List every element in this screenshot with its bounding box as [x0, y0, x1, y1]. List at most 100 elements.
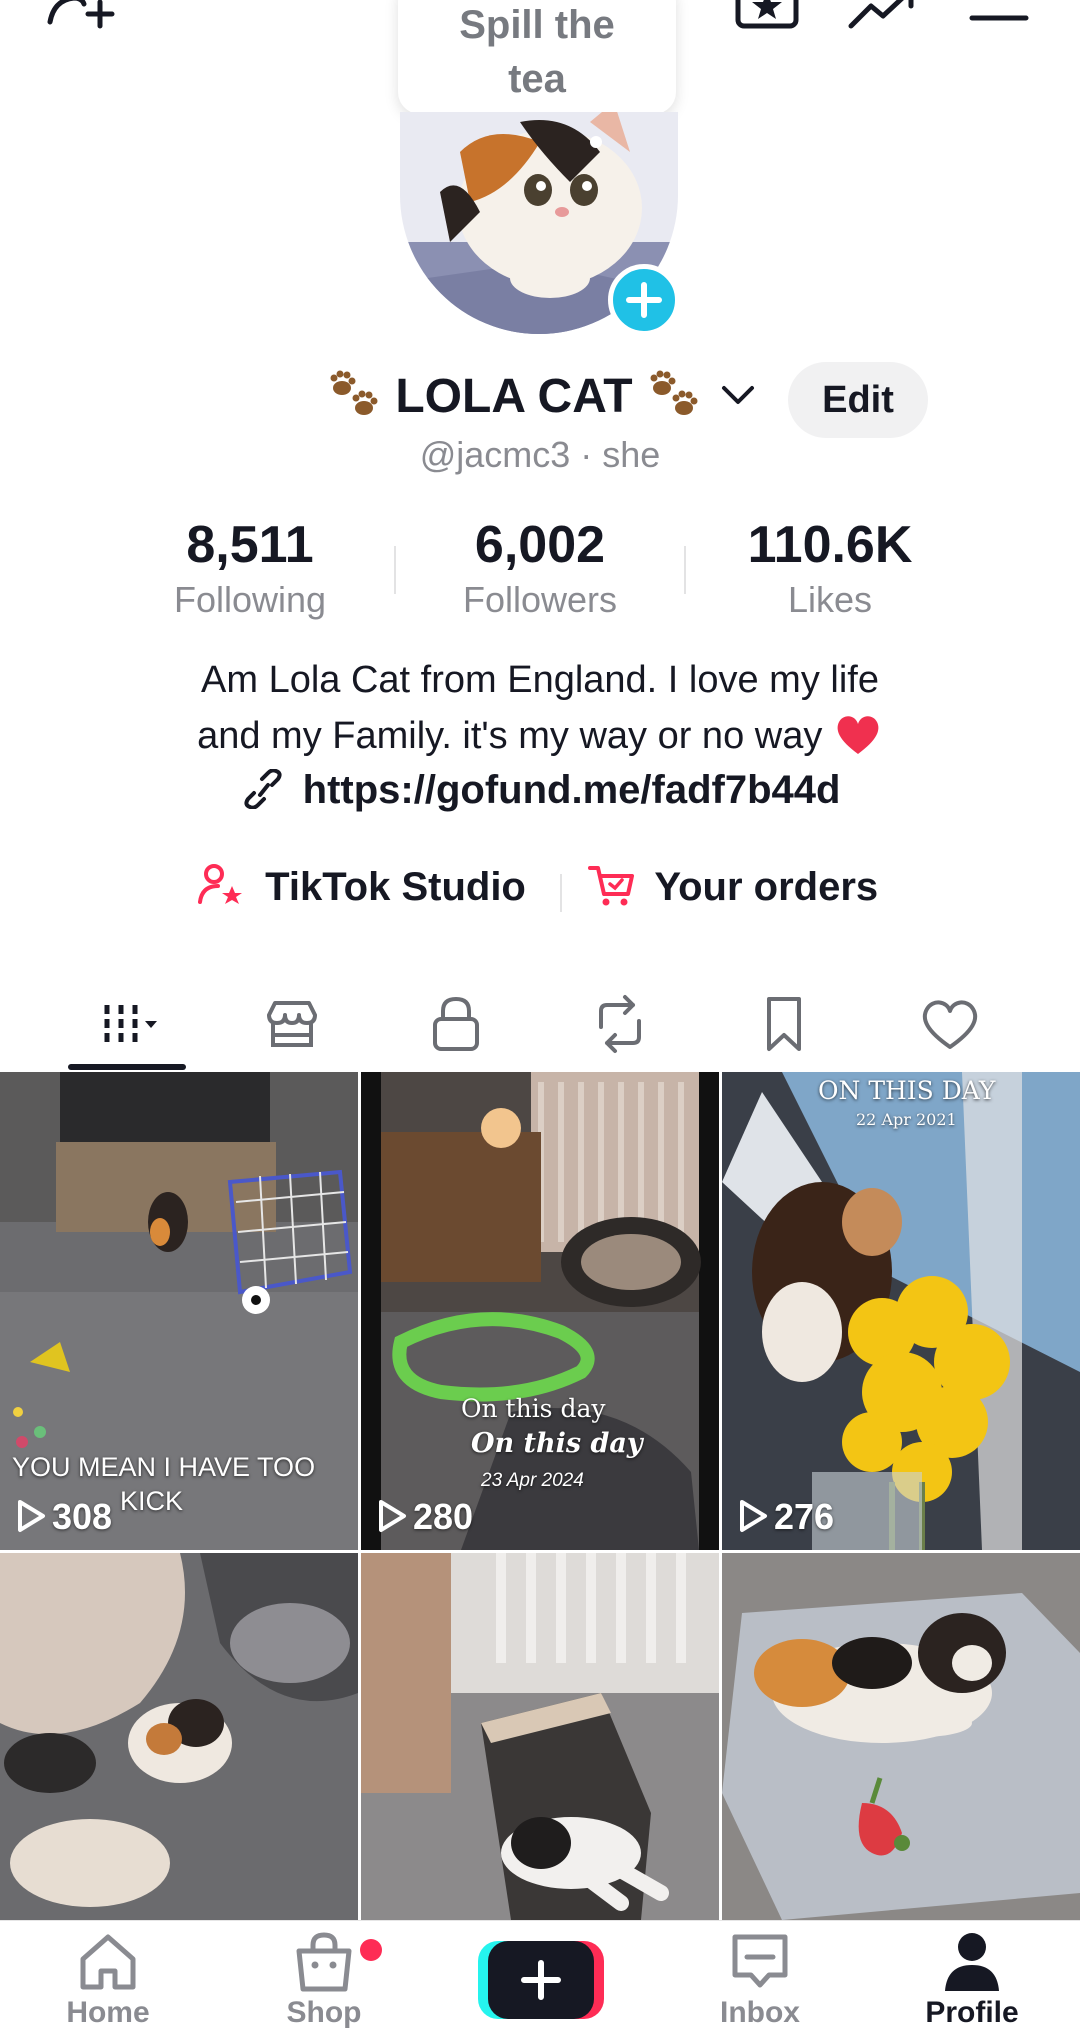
add-friend-icon[interactable] [44, 0, 124, 32]
bio-link-text: https://gofund.me/fadf7b44d [302, 768, 841, 812]
video-thumbnail[interactable]: ON THIS DAY 22 Apr 2021 276 [722, 1072, 1080, 1550]
bio-line2-row: and my Family. it's my way or no way [0, 708, 1080, 764]
nav-profile[interactable]: Profile [892, 1929, 1052, 2031]
avatar-container[interactable] [400, 112, 680, 336]
spill-the-tea-popup[interactable]: Spill the tea [398, 0, 676, 114]
stat-followers[interactable]: 6,002 Followers [395, 512, 685, 622]
name-row: LOLA CAT Edit [0, 362, 1080, 438]
likes-count: 110.6K [747, 516, 913, 574]
play-icon [18, 1500, 45, 1532]
nav-profile-label: Profile [925, 1996, 1019, 2029]
paw-prints-icon [650, 370, 698, 415]
tab-liked[interactable] [868, 976, 1032, 1072]
nav-inbox[interactable]: Inbox [680, 1929, 840, 2031]
video-date: 23 Apr 2024 [481, 1470, 584, 1491]
stat-following[interactable]: 8,511 Following [105, 512, 395, 622]
lock-icon [433, 996, 479, 1051]
add-avatar-button[interactable] [608, 264, 680, 336]
video-thumbnail-image [722, 1553, 1080, 1920]
trending-icon[interactable] [845, 0, 921, 32]
view-count-text: 308 [52, 1496, 113, 1537]
notification-dot [360, 1939, 382, 1961]
stat-likes[interactable]: 110.6K Likes [685, 512, 975, 622]
video-caption: On this day [471, 1428, 643, 1459]
menu-icon[interactable] [968, 0, 1030, 26]
red-heart-icon [837, 716, 879, 754]
followers-count: 6,002 [474, 516, 606, 574]
following-count: 8,511 [186, 516, 314, 574]
profile-person-icon [945, 1933, 999, 1991]
studio-label: TikTok Studio [265, 865, 526, 909]
edit-profile-button[interactable]: Edit [788, 362, 928, 438]
paw-prints-icon [330, 370, 378, 415]
display-name-text: LOLA CAT [395, 370, 633, 423]
bio-line1: Am Lola Cat from England. I love my life [201, 659, 879, 701]
video-thumbnail[interactable] [361, 1553, 719, 1920]
video-grid: YOU MEAN I HAVE TOO KICK 308 On this day… [0, 1072, 1080, 1920]
nav-home-label: Home [66, 1996, 150, 2029]
favorites-star-icon[interactable] [734, 0, 800, 32]
video-thumbnail-image [0, 1553, 358, 1920]
bottom-navigation: Home Shop Inbox Profile [0, 1920, 1080, 2036]
following-label: Following [173, 579, 327, 620]
play-icon [740, 1500, 767, 1532]
view-count-text: 276 [774, 1496, 835, 1537]
bio-link[interactable]: https://gofund.me/fadf7b44d [0, 768, 1080, 813]
video-caption: KICK [120, 1486, 184, 1516]
studio-person-star-icon [198, 864, 242, 904]
video-caption: On this day [461, 1394, 606, 1423]
video-caption: YOU MEAN I HAVE TOO [12, 1452, 316, 1482]
view-count: 280 [377, 1496, 473, 1538]
bookmark-icon [767, 997, 801, 1051]
profile-stats: 8,511 Following 6,002 Followers 110.6K L… [0, 512, 1080, 622]
your-orders-button[interactable]: Your orders [586, 862, 878, 910]
video-thumbnail[interactable]: YOU MEAN I HAVE TOO KICK 308 [0, 1072, 358, 1550]
view-count: 308 [16, 1496, 112, 1538]
video-caption: ON THIS DAY [818, 1076, 996, 1105]
nav-inbox-label: Inbox [720, 1996, 800, 2029]
home-icon [80, 1934, 136, 1990]
popup-line2: tea [508, 57, 566, 101]
shop-icon [267, 1001, 317, 1047]
profile-tabs [0, 976, 1080, 1072]
view-count: 276 [738, 1496, 834, 1538]
profile-bio: Am Lola Cat from England. I love my life… [0, 652, 1080, 764]
view-count-text: 280 [413, 1496, 474, 1537]
tab-videos[interactable] [46, 976, 210, 1072]
play-icon [379, 1500, 406, 1532]
active-tab-indicator [68, 1064, 186, 1070]
tiktok-studio-button[interactable]: TikTok Studio [196, 862, 526, 910]
tab-shop[interactable] [210, 976, 374, 1072]
videos-grid-icon [104, 1005, 157, 1043]
likes-label: Likes [787, 579, 873, 620]
heart-icon [922, 1000, 978, 1049]
link-icon [243, 769, 282, 809]
video-thumbnail[interactable]: On this day On this day 23 Apr 2024 280 [361, 1072, 719, 1550]
nav-shop-label: Shop [286, 1996, 362, 2029]
followers-label: Followers [462, 579, 618, 620]
bio-line2: and my Family. it's my way or no way [197, 715, 823, 757]
cart-icon [588, 866, 634, 906]
orders-label: Your orders [654, 865, 879, 909]
display-name[interactable]: LOLA CAT [326, 368, 702, 424]
tab-favorites[interactable] [702, 976, 866, 1072]
video-date: 22 Apr 2021 [856, 1110, 957, 1129]
shortcut-row: TikTok Studio Your orders [0, 862, 1080, 922]
repost-icon [599, 995, 641, 1053]
create-post-button[interactable] [478, 1939, 604, 2021]
video-thumbnail[interactable] [722, 1553, 1080, 1920]
video-thumbnail-image [722, 1072, 1080, 1550]
nav-home[interactable]: Home [28, 1929, 188, 2031]
inbox-message-icon [732, 1934, 788, 1988]
tab-reposts[interactable] [538, 976, 702, 1072]
popup-line1: Spill the [459, 3, 615, 47]
top-bar: Spill the tea [0, 0, 1080, 120]
video-thumbnail[interactable] [0, 1553, 358, 1920]
shortcut-divider [560, 874, 562, 912]
chevron-down-icon[interactable] [718, 380, 758, 410]
plus-icon [626, 282, 662, 318]
username-handle: @jacmc3 · she [419, 434, 661, 475]
shopping-bag-icon [296, 1932, 352, 1992]
tab-private[interactable] [374, 976, 538, 1072]
video-thumbnail-image [361, 1553, 719, 1920]
